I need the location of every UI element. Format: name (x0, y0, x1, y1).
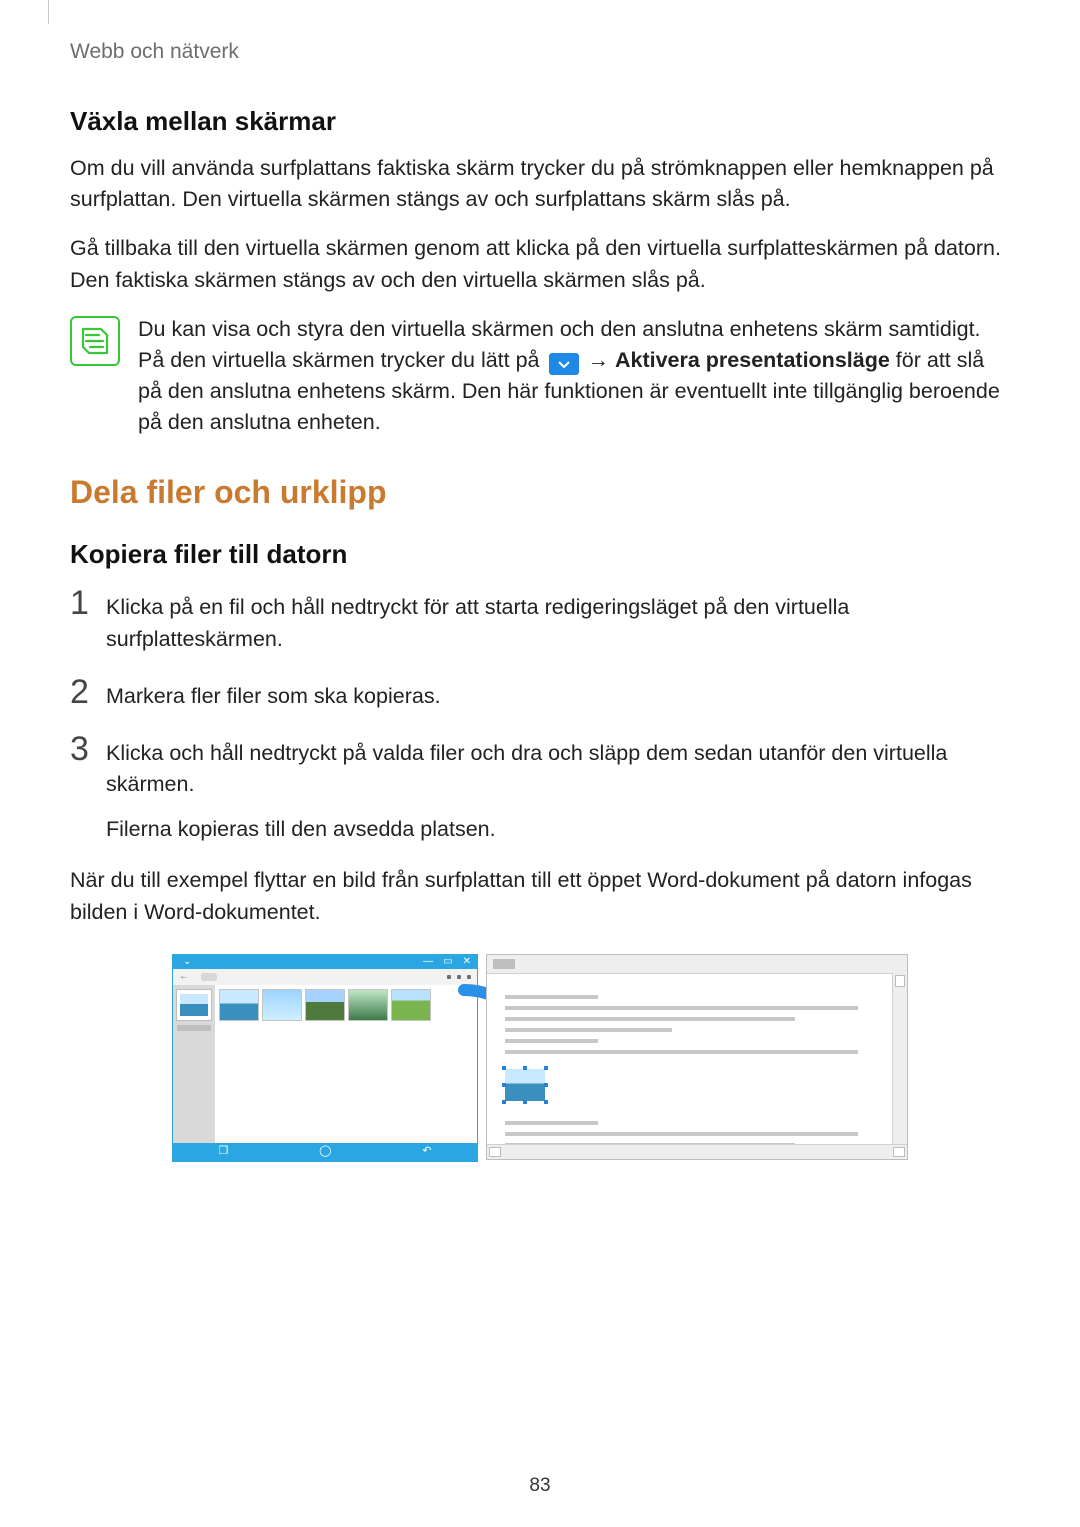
scrollbar-horizontal (487, 1144, 907, 1159)
gallery-sidebar (173, 985, 215, 1143)
heading-share-files: Dela filer och urklipp (70, 474, 1010, 511)
back-icon: ↶ (422, 1146, 431, 1157)
list-number: 3 (70, 732, 92, 766)
note-text: Du kan visa och styra den virtuella skär… (138, 314, 1010, 439)
gallery-thumb (262, 989, 302, 1021)
note-block: Du kan visa och styra den virtuella skär… (70, 314, 1010, 439)
list-text: Klicka och håll nedtryckt på valda filer… (106, 732, 1010, 846)
dropdown-chip-icon (549, 353, 579, 375)
scroll-nub (893, 1147, 905, 1157)
toolbar-pill (201, 973, 217, 981)
sidebar-thumb (176, 989, 212, 1021)
tablet-toolbar: ← (173, 969, 477, 985)
gallery-thumb (305, 989, 345, 1021)
list-text: Klicka på en fil och håll nedtryckt för … (106, 586, 1010, 654)
doc-tool-icon (493, 959, 515, 969)
doc-text-line (505, 1028, 672, 1032)
list-number: 1 (70, 586, 92, 620)
thumb-icon (180, 994, 208, 1016)
chevron-down-icon: ⌄ (179, 957, 191, 967)
note-arrow: → (587, 348, 614, 372)
doc-text-line (505, 1039, 598, 1043)
scrollbar-vertical (892, 973, 907, 1145)
list-item: 2 Markera fler filer som ska kopieras. (70, 675, 1010, 712)
sidebar-label (177, 1025, 211, 1031)
list-item: 1 Klicka på en fil och håll nedtryckt fö… (70, 586, 1010, 654)
list-text-extra: Filerna kopieras till den avsedda platse… (106, 814, 1010, 845)
tablet-window: ⌄ — ▭ ✕ ← (172, 954, 478, 1162)
doc-text-line (505, 1132, 858, 1136)
note-bold: Aktivera presentationsläge (615, 348, 890, 372)
close-icon: ✕ (463, 957, 471, 967)
document-window (486, 954, 908, 1160)
scroll-nub (895, 975, 905, 987)
gallery-body (173, 985, 477, 1143)
tablet-navbar: ❐ ◯ ↶ (173, 1143, 477, 1161)
maximize-icon: ▭ (443, 957, 452, 967)
scroll-nub (489, 1147, 501, 1157)
toolbar-overflow-icon (467, 975, 471, 979)
inserted-image (505, 1069, 545, 1101)
paragraph: Om du vill använda surfplattans faktiska… (70, 153, 1010, 215)
list-number: 2 (70, 675, 92, 709)
illustration: ⌄ — ▭ ✕ ← (70, 954, 1010, 1162)
back-arrow-icon: ← (179, 971, 189, 982)
list-text: Markera fler filer som ska kopieras. (106, 675, 441, 712)
ordered-list: 1 Klicka på en fil och håll nedtryckt fö… (70, 586, 1010, 845)
doc-toolbar (487, 955, 907, 974)
heading-switch-screens: Växla mellan skärmar (70, 106, 1010, 137)
recent-apps-icon: ❐ (218, 1146, 228, 1157)
note-icon (70, 316, 120, 366)
list-item: 3 Klicka och håll nedtryckt på valda fil… (70, 732, 1010, 846)
toolbar-icon (457, 975, 461, 979)
doc-text-line (505, 995, 598, 999)
doc-text-line (505, 1050, 858, 1054)
minimize-icon: — (423, 957, 433, 967)
doc-text-line (505, 1121, 598, 1125)
tablet-titlebar: ⌄ — ▭ ✕ (173, 955, 477, 969)
paragraph: När du till exempel flyttar en bild från… (70, 865, 1010, 927)
paragraph: Gå tillbaka till den virtuella skärmen g… (70, 233, 1010, 295)
gallery-grid (215, 985, 477, 1143)
doc-text-line (505, 1017, 795, 1021)
toolbar-icon (447, 975, 451, 979)
home-icon: ◯ (319, 1146, 331, 1157)
breadcrumb: Webb och nätverk (70, 40, 1010, 64)
gallery-thumb (391, 989, 431, 1021)
gallery-thumb (348, 989, 388, 1021)
list-text-inner: Klicka och håll nedtryckt på valda filer… (106, 741, 947, 796)
crop-mark (48, 0, 49, 24)
gallery-thumb (219, 989, 259, 1021)
doc-text-line (505, 1006, 858, 1010)
heading-copy-files: Kopiera filer till datorn (70, 539, 1010, 570)
page-number: 83 (0, 1475, 1080, 1497)
doc-body (487, 974, 907, 1168)
